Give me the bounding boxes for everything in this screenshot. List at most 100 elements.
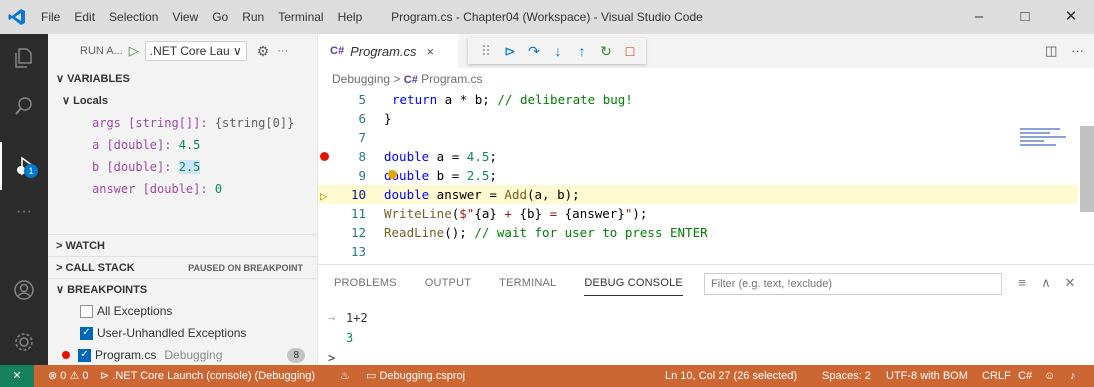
- debug-launch-status[interactable]: ⊳ .NET Core Launch (console) (Debugging): [100, 365, 315, 387]
- run-debug-icon[interactable]: 1: [0, 142, 48, 190]
- code-line-current: ▷ 10 double answer = Add(a, b);: [318, 185, 1078, 204]
- manage-gear-icon[interactable]: [0, 318, 48, 366]
- breakpoint-label: All Exceptions: [97, 304, 173, 318]
- line-number: 6: [358, 111, 366, 126]
- language-status[interactable]: C#: [1018, 365, 1032, 387]
- tab-label: Program.cs: [350, 43, 417, 59]
- line-number: 7: [358, 130, 366, 145]
- step-over-icon[interactable]: ↷: [522, 43, 546, 60]
- tab-program-cs[interactable]: C# Program.cs ×: [318, 34, 458, 68]
- tab-debug-console[interactable]: DEBUG CONSOLE: [584, 277, 683, 296]
- accounts-icon[interactable]: [0, 266, 48, 314]
- remote-icon[interactable]: ✕: [0, 365, 34, 387]
- notifications-bell-icon[interactable]: ♪: [1070, 365, 1076, 387]
- variable-row[interactable]: a [double]: 4.5: [48, 134, 317, 156]
- project-status[interactable]: ▭ Debugging.csproj: [366, 365, 465, 387]
- minimize-button[interactable]: –: [956, 0, 1002, 34]
- folder-icon: ▭: [366, 370, 380, 382]
- code-line: 6 }: [318, 109, 1078, 128]
- code-line: 11 WriteLine($"{a} + {b} = {answer}");: [318, 204, 1078, 223]
- breadcrumb-file[interactable]: Program.cs: [421, 72, 482, 86]
- explorer-icon[interactable]: [0, 34, 48, 82]
- breakpoint-all-exceptions[interactable]: All Exceptions: [48, 300, 317, 322]
- start-debugging-icon[interactable]: ▷: [129, 43, 139, 59]
- variable-name: args [string[]]:: [92, 116, 208, 130]
- maximize-button[interactable]: □: [1002, 0, 1048, 34]
- cursor-position-status[interactable]: Ln 10, Col 27 (26 selected): [665, 365, 797, 387]
- variable-value: 0: [214, 182, 223, 196]
- locals-scope[interactable]: ∨ Locals: [48, 90, 317, 112]
- csharp-file-icon: C#: [403, 74, 418, 86]
- editor-tabs: C# Program.cs × ⠿ ⊳ ↷ ↓ ↑ ↻ □ ◫ ···: [318, 34, 1094, 68]
- variable-row[interactable]: answer [double]: 0: [48, 178, 317, 200]
- watch-title: WATCH: [65, 240, 105, 252]
- breakpoint-user-unhandled[interactable]: ✓ User-Unhandled Exceptions: [48, 322, 317, 344]
- menu-help[interactable]: Help: [331, 0, 370, 34]
- restart-icon[interactable]: ↻: [594, 43, 618, 60]
- menu-edit[interactable]: Edit: [67, 0, 102, 34]
- tab-output[interactable]: OUTPUT: [425, 277, 471, 289]
- more-actions-icon[interactable]: ···: [277, 45, 288, 57]
- bottom-panel: PROBLEMS OUTPUT TERMINAL DEBUG CONSOLE ≡…: [318, 264, 1094, 365]
- checkbox-checked[interactable]: ✓: [80, 326, 93, 340]
- console-prompt[interactable]: >: [328, 351, 335, 365]
- checkbox[interactable]: [80, 304, 93, 318]
- step-out-icon[interactable]: ↑: [570, 43, 594, 59]
- variables-header[interactable]: ∨ VARIABLES: [48, 68, 317, 90]
- menu-file[interactable]: File: [34, 0, 67, 34]
- indentation-status[interactable]: Spaces: 2: [822, 365, 871, 387]
- stop-icon[interactable]: □: [618, 43, 642, 59]
- console-filter-input[interactable]: [704, 273, 1002, 295]
- variable-value: 4.5: [178, 138, 201, 152]
- eol-status[interactable]: CRLF: [982, 365, 1011, 387]
- lightbulb-icon[interactable]: [388, 170, 397, 179]
- vscode-logo-icon: [0, 0, 34, 34]
- variable-row[interactable]: args [string[]]: {string[0]}: [48, 112, 317, 134]
- editor-scrollbar[interactable]: [1080, 126, 1094, 212]
- close-tab-icon[interactable]: ×: [427, 44, 435, 59]
- menu-run[interactable]: Run: [235, 0, 271, 34]
- drag-handle-icon[interactable]: ⠿: [474, 43, 498, 60]
- callstack-header[interactable]: > CALL STACK PAUSED ON BREAKPOINT: [48, 256, 317, 278]
- split-editor-icon[interactable]: ◫: [1045, 43, 1057, 58]
- breadcrumb-folder[interactable]: Debugging: [332, 72, 390, 86]
- breakpoint-file: Program.cs: [95, 348, 157, 362]
- tab-problems[interactable]: PROBLEMS: [334, 277, 397, 289]
- tab-terminal[interactable]: TERMINAL: [499, 277, 556, 289]
- step-into-icon[interactable]: ↓: [546, 43, 570, 59]
- search-icon[interactable]: [0, 82, 48, 130]
- minimap[interactable]: [1020, 126, 1080, 166]
- maximize-panel-icon[interactable]: ∧: [1034, 275, 1058, 291]
- more-views-icon[interactable]: ···: [0, 188, 48, 236]
- code-area[interactable]: 5 return a * b; // deliberate bug! 6 } 7…: [318, 90, 1094, 264]
- line-number: 8: [358, 149, 366, 164]
- more-actions-icon[interactable]: ···: [1071, 43, 1084, 58]
- feedback-icon[interactable]: ☺: [1044, 365, 1055, 387]
- code-line: 5 return a * b; // deliberate bug!: [318, 90, 1078, 109]
- title-bar: File Edit Selection View Go Run Terminal…: [0, 0, 1094, 34]
- continue-icon[interactable]: ⊳: [498, 43, 522, 60]
- flame-icon[interactable]: ♨: [340, 365, 350, 387]
- menu-terminal[interactable]: Terminal: [271, 0, 330, 34]
- code-line: 7: [318, 128, 1078, 147]
- project-label: Debugging.csproj: [379, 370, 466, 382]
- code-line: 13: [318, 242, 1078, 261]
- breakpoint-program-cs[interactable]: ✓ Program.cs Debugging 8: [48, 344, 317, 366]
- debug-icon: ⊳: [100, 370, 113, 382]
- encoding-status[interactable]: UTF-8 with BOM: [886, 365, 968, 387]
- launch-config-select[interactable]: .NET Core Lau ∨: [144, 41, 247, 61]
- problems-status[interactable]: ⊗ 0 ⚠ 0: [48, 365, 88, 387]
- close-panel-icon[interactable]: ✕: [1058, 275, 1082, 291]
- menu-go[interactable]: Go: [205, 0, 235, 34]
- breakpoints-header[interactable]: ∨ BREAKPOINTS: [48, 278, 317, 300]
- menu-view[interactable]: View: [165, 0, 205, 34]
- clear-console-icon[interactable]: ≡: [1010, 275, 1034, 291]
- menu-selection[interactable]: Selection: [102, 0, 165, 34]
- close-window-button[interactable]: ✕: [1048, 0, 1094, 34]
- watch-header[interactable]: > WATCH: [48, 234, 317, 256]
- line-number: 13: [350, 244, 366, 259]
- paused-status: PAUSED ON BREAKPOINT: [188, 263, 303, 273]
- checkbox-checked[interactable]: ✓: [78, 348, 91, 362]
- gear-icon[interactable]: ⚙: [257, 43, 270, 60]
- variable-row[interactable]: b [double]: 2.5: [48, 156, 317, 178]
